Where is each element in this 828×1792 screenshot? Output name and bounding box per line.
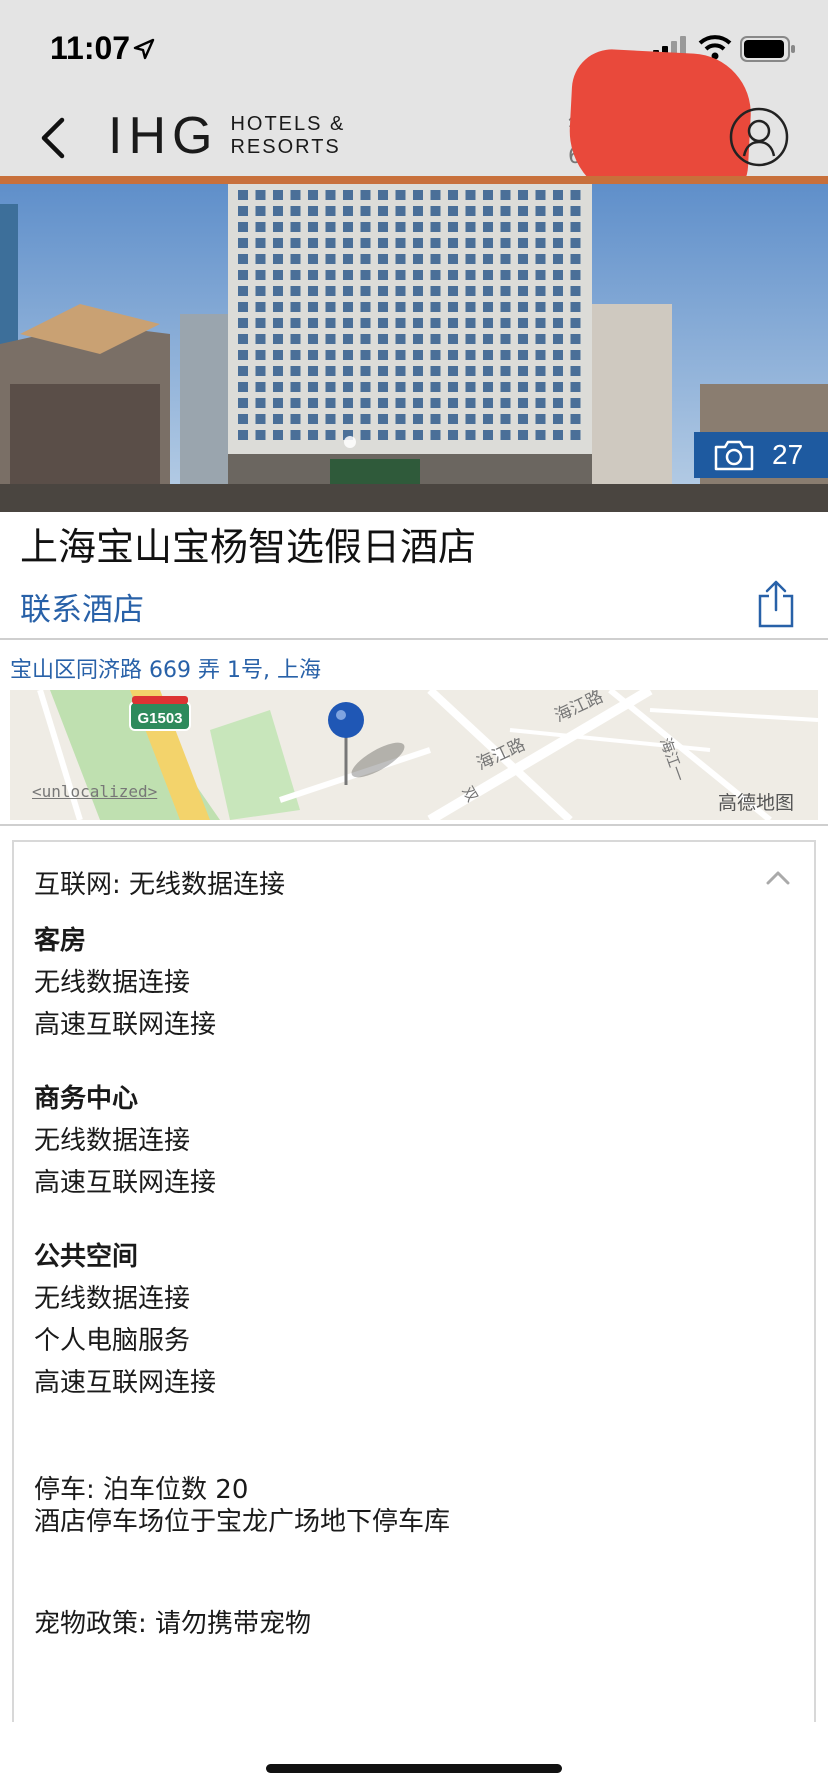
- section-title-public-space: 公共空间: [34, 1242, 139, 1272]
- profile-icon[interactable]: [728, 106, 790, 168]
- highway-shield-label: G1503: [137, 710, 182, 727]
- business-center-item: 高速互联网连接: [34, 1168, 217, 1198]
- bottom-safe-area: [0, 1722, 828, 1792]
- internet-heading: 互联网: 无线数据连接: [34, 870, 286, 900]
- logo-ihg-text: IHG: [108, 107, 219, 165]
- status-time: 11:07: [50, 30, 131, 66]
- photo-count: 27: [772, 439, 804, 470]
- map-unlocalized-label: <unlocalized>: [32, 782, 158, 801]
- business-center-item: 无线数据连接: [34, 1126, 191, 1156]
- section-title-business-center: 商务中心: [34, 1084, 139, 1114]
- contact-hotel-link[interactable]: 联系酒店: [20, 584, 144, 629]
- hotel-address[interactable]: 宝山区同济路 669 弄 1号, 上海: [10, 652, 321, 684]
- hotel-name: 上海宝山宝杨智选假日酒店: [20, 525, 477, 569]
- location-section: 宝山区同济路 669 弄 1号, 上海 G1503 海江路 海江路 海江一 双: [0, 638, 828, 826]
- section-title-rooms: 客房: [34, 926, 87, 956]
- public-space-item: 个人电脑服务: [34, 1326, 191, 1356]
- battery-icon: [740, 36, 795, 62]
- logo-subtitle: HOTELS & RESORTS: [230, 113, 345, 159]
- carousel-dot[interactable]: [344, 436, 356, 448]
- logo-subtitle-line2: RESORTS: [230, 136, 341, 158]
- rooms-item: 无线数据连接: [34, 968, 191, 998]
- location-arrow-icon: [133, 38, 155, 60]
- back-button[interactable]: [34, 116, 74, 160]
- public-space-item: 无线数据连接: [34, 1284, 191, 1314]
- map-view[interactable]: G1503 海江路 海江路 海江一 双 <unlocalized> 高德地图: [10, 690, 818, 820]
- header-accent-rule: [0, 176, 828, 184]
- parking-info: 停车: 泊车位数 20: [34, 1475, 249, 1505]
- ihg-logo: IHG HOTELS & RESORTS: [108, 110, 345, 162]
- app-header: IHG HOTELS & RESORTS 钦 68: [0, 47, 828, 207]
- logo-subtitle-line1: HOTELS &: [230, 113, 346, 135]
- amenities-panel: 互联网: 无线数据连接 客房 无线数据连接 高速互联网连接 商务中心 无线数据连…: [12, 840, 816, 1792]
- parking-location: 酒店停车场位于宝龙广场地下停车库: [34, 1507, 451, 1537]
- pet-policy: 宠物政策: 请勿携带宠物: [34, 1609, 312, 1639]
- hotel-photo-carousel[interactable]: 27: [0, 184, 828, 512]
- camera-icon: [714, 440, 754, 471]
- share-icon[interactable]: [756, 580, 796, 628]
- map-provider-label: 高德地图: [718, 792, 795, 814]
- public-space-item: 高速互联网连接: [34, 1368, 217, 1398]
- photo-count-badge[interactable]: 27: [694, 432, 828, 478]
- chevron-up-icon[interactable]: [766, 870, 790, 886]
- rooms-item: 高速互联网连接: [34, 1010, 217, 1040]
- home-indicator[interactable]: [266, 1764, 562, 1773]
